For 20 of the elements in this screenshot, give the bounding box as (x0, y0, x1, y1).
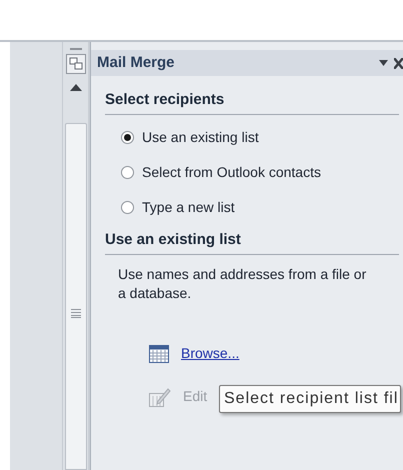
section-heading: Select recipients (105, 91, 224, 108)
close-icon[interactable] (394, 58, 403, 68)
link[interactable]: Browse... (181, 343, 240, 364)
radio-button[interactable] (121, 166, 134, 179)
description-text: Use names and addresses from a file or a database. (118, 265, 368, 303)
scroll-thumb[interactable] (64, 123, 86, 470)
radio-button[interactable] (121, 201, 134, 214)
section-heading: Use an existing list (105, 231, 241, 248)
table-icon (149, 344, 169, 362)
tooltip: Select recipient list fil (219, 385, 402, 413)
scroll-up-icon[interactable] (70, 84, 82, 91)
radio-option[interactable]: Select from Outlook contacts (121, 162, 403, 183)
pane-title: Mail Merge (97, 52, 175, 73)
task-pane-icon[interactable] (66, 54, 86, 74)
dropdown-icon[interactable] (379, 60, 388, 66)
grip-icon (70, 309, 80, 318)
radio-button[interactable] (121, 131, 134, 144)
radio-option[interactable]: Use an existing list (121, 127, 403, 148)
table-pencil-icon (149, 386, 171, 406)
radio-option[interactable]: Type a new list (121, 197, 403, 218)
